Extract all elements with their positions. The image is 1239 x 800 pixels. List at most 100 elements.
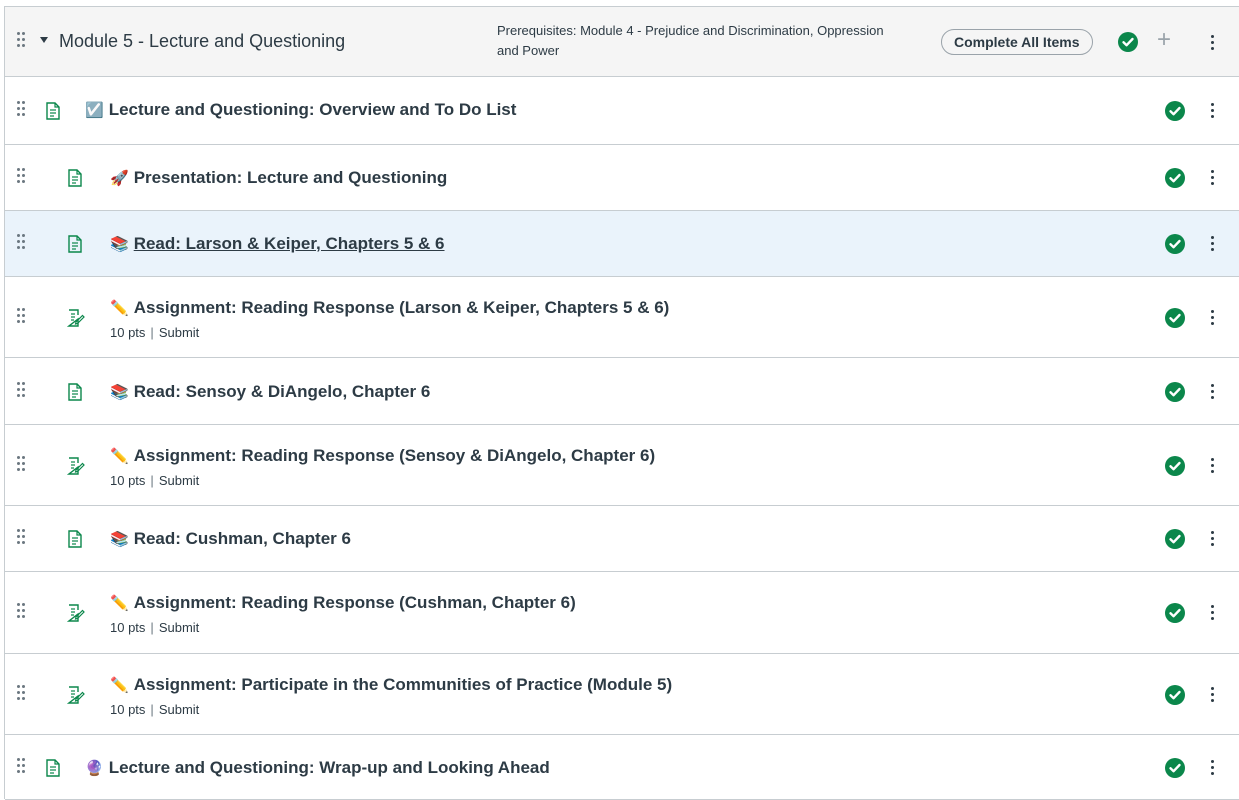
module-item-link[interactable]: Lecture and Questioning: Wrap-up and Loo… (109, 758, 550, 777)
drag-handle-icon[interactable] (17, 382, 27, 402)
module-item-row[interactable]: 📚 Read: Cushman, Chapter 6 (5, 506, 1239, 572)
assignment-icon (66, 457, 85, 475)
module-item-link[interactable]: Lecture and Questioning: Overview and To… (109, 100, 517, 119)
item-points: 10 pts (110, 473, 146, 488)
completed-check-icon (1165, 603, 1185, 623)
item-details: 10 pts | Submit (110, 325, 199, 340)
item-menu-icon[interactable] (1211, 384, 1215, 400)
module-item-title[interactable]: 📚 Read: Sensoy & DiAngelo, Chapter 6 (110, 382, 430, 402)
item-emoji-icon: 📚 (110, 236, 129, 253)
item-requirement: Submit (158, 620, 200, 635)
assignment-icon (66, 309, 85, 327)
module-item-title[interactable]: ✏️ Assignment: Reading Response (Larson &… (110, 298, 669, 318)
module-item-link[interactable]: Read: Sensoy & DiAngelo, Chapter 6 (134, 382, 431, 401)
module-item-title[interactable]: 🔮 Lecture and Questioning: Wrap-up and Lo… (85, 758, 550, 778)
module-item-link[interactable]: Assignment: Reading Response (Cushman, C… (134, 593, 576, 612)
item-menu-icon[interactable] (1211, 236, 1215, 252)
module-complete-check-icon (1118, 32, 1138, 52)
page-icon (45, 102, 61, 120)
details-separator: | (150, 325, 154, 340)
item-requirement: Submit (158, 473, 200, 488)
module-item-title[interactable]: 📚 Read: Larson & Keiper, Chapters 5 & 6 (110, 234, 445, 254)
drag-handle-icon[interactable] (17, 685, 27, 705)
item-menu-icon[interactable] (1211, 103, 1215, 119)
module-item-link[interactable]: Presentation: Lecture and Questioning (134, 168, 448, 187)
module-item-row[interactable]: 📚 Read: Larson & Keiper, Chapters 5 & 6 (5, 211, 1239, 277)
assignment-icon (66, 686, 85, 704)
item-menu-icon[interactable] (1211, 310, 1215, 326)
completed-check-icon (1165, 308, 1185, 328)
item-menu-icon[interactable] (1211, 170, 1215, 186)
page-icon (67, 530, 83, 548)
item-menu-icon[interactable] (1211, 687, 1215, 703)
item-menu-icon[interactable] (1211, 531, 1215, 547)
assignment-icon (66, 604, 85, 622)
drag-handle-icon[interactable] (17, 101, 27, 121)
drag-handle-icon[interactable] (17, 456, 27, 476)
item-points: 10 pts (110, 620, 146, 635)
module-item-row[interactable]: 📚 Read: Sensoy & DiAngelo, Chapter 6 (5, 358, 1239, 425)
module-item-row[interactable]: ✏️ Assignment: Participate in the Communi… (5, 654, 1239, 735)
module-item-title[interactable]: 🚀 Presentation: Lecture and Questioning (110, 168, 447, 188)
item-points: 10 pts (110, 325, 146, 340)
item-menu-icon[interactable] (1211, 760, 1215, 776)
details-separator: | (150, 702, 154, 717)
module-container: Module 5 - Lecture and Questioning Prere… (4, 6, 1239, 800)
item-details: 10 pts | Submit (110, 702, 199, 717)
item-requirement: Submit (158, 702, 200, 717)
item-emoji-icon: ✏️ (110, 448, 129, 465)
page-icon (45, 759, 61, 777)
complete-all-items-button[interactable]: Complete All Items (941, 29, 1093, 55)
completed-check-icon (1165, 168, 1185, 188)
module-item-row[interactable]: 🚀 Presentation: Lecture and Questioning (5, 145, 1239, 211)
module-item-row[interactable]: 🔮 Lecture and Questioning: Wrap-up and Lo… (5, 735, 1239, 800)
drag-handle-icon[interactable] (17, 529, 27, 549)
module-item-link[interactable]: Assignment: Reading Response (Sensoy & D… (134, 446, 655, 465)
item-emoji-icon: ☑️ (85, 102, 104, 119)
module-item-row[interactable]: ✏️ Assignment: Reading Response (Larson &… (5, 277, 1239, 358)
item-details: 10 pts | Submit (110, 473, 199, 488)
module-item-link[interactable]: Read: Larson & Keiper, Chapters 5 & 6 (134, 234, 445, 253)
module-item-row[interactable]: ✏️ Assignment: Reading Response (Cushman,… (5, 572, 1239, 654)
module-item-title[interactable]: 📚 Read: Cushman, Chapter 6 (110, 529, 351, 549)
page-icon (67, 235, 83, 253)
module-item-link[interactable]: Read: Cushman, Chapter 6 (134, 529, 351, 548)
module-item-title[interactable]: ✏️ Assignment: Reading Response (Cushman,… (110, 593, 576, 613)
completed-check-icon (1165, 234, 1185, 254)
item-emoji-icon: ✏️ (110, 300, 129, 317)
item-details: 10 pts | Submit (110, 620, 199, 635)
module-title: Module 5 - Lecture and Questioning (59, 31, 346, 51)
completed-check-icon (1165, 685, 1185, 705)
completed-check-icon (1165, 758, 1185, 778)
module-item-row[interactable]: ✏️ Assignment: Reading Response (Sensoy &… (5, 425, 1239, 506)
item-requirement: Submit (158, 325, 200, 340)
module-item-link[interactable]: Assignment: Participate in the Communiti… (134, 675, 672, 694)
module-item-title[interactable]: ✏️ Assignment: Reading Response (Sensoy &… (110, 446, 655, 466)
drag-handle-icon[interactable] (17, 758, 27, 778)
module-item-row[interactable]: ☑️ Lecture and Questioning: Overview and … (5, 77, 1239, 145)
completed-check-icon (1165, 456, 1185, 476)
item-menu-icon[interactable] (1211, 458, 1215, 474)
item-emoji-icon: 📚 (110, 384, 129, 401)
item-emoji-icon: ✏️ (110, 677, 129, 694)
item-menu-icon[interactable] (1211, 605, 1215, 621)
module-header[interactable]: Module 5 - Lecture and Questioning Prere… (5, 7, 1239, 77)
page-icon (67, 169, 83, 187)
add-item-icon[interactable]: + (1157, 28, 1171, 52)
item-emoji-icon: 📚 (110, 531, 129, 548)
drag-handle-icon[interactable] (17, 308, 27, 328)
drag-handle-icon[interactable] (17, 168, 27, 188)
details-separator: | (150, 620, 154, 635)
collapse-caret-icon[interactable] (40, 37, 48, 43)
item-emoji-icon: ✏️ (110, 595, 129, 612)
module-prerequisites: Prerequisites: Module 4 - Prejudice and … (497, 23, 884, 58)
completed-check-icon (1165, 382, 1185, 402)
module-item-title[interactable]: ☑️ Lecture and Questioning: Overview and … (85, 100, 516, 120)
drag-handle-icon[interactable] (17, 32, 27, 52)
item-emoji-icon: 🔮 (85, 760, 104, 777)
module-item-title[interactable]: ✏️ Assignment: Participate in the Communi… (110, 675, 672, 695)
module-item-link[interactable]: Assignment: Reading Response (Larson & K… (134, 298, 670, 317)
drag-handle-icon[interactable] (17, 603, 27, 623)
module-menu-icon[interactable] (1211, 35, 1215, 51)
drag-handle-icon[interactable] (17, 234, 27, 254)
